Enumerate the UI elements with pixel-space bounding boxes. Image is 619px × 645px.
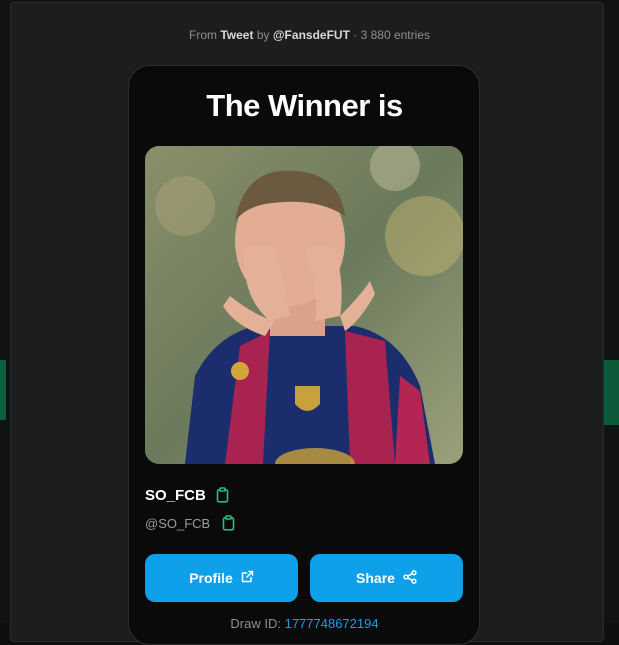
entries-count: 3 880 entries — [360, 28, 430, 42]
winner-name-row: SO_FCB — [145, 486, 229, 504]
share-button-label: Share — [356, 570, 395, 586]
winner-photo — [145, 146, 463, 464]
winner-title: The Winner is — [206, 88, 403, 123]
winner-handle: @SO_FCB — [145, 515, 211, 531]
winner-name: SO_FCB — [145, 486, 206, 504]
source-link[interactable]: Tweet — [220, 28, 253, 42]
meta-separator: · — [353, 28, 358, 42]
draw-id-row: Draw ID: 1777748672194 — [0, 616, 609, 631]
background-accent-left — [0, 360, 6, 420]
background-accent-right — [604, 360, 619, 425]
entry-meta: From Tweet by @FansdeFUT · 3 880 entries — [0, 28, 619, 42]
profile-button[interactable]: Profile — [145, 554, 298, 602]
by-label: by — [256, 28, 270, 42]
share-button[interactable]: Share — [310, 554, 463, 602]
author-link[interactable]: @FansdeFUT — [273, 28, 350, 42]
profile-button-label: Profile — [189, 570, 233, 586]
draw-id-label: Draw ID: — [230, 616, 281, 631]
winner-handle-row: @SO_FCB — [145, 514, 235, 532]
from-label: From — [189, 28, 218, 42]
clipboard-icon[interactable] — [222, 515, 235, 531]
draw-id-link[interactable]: 1777748672194 — [285, 616, 379, 631]
external-link-icon — [241, 570, 254, 586]
share-icon — [403, 569, 417, 587]
clipboard-icon[interactable] — [216, 487, 229, 503]
